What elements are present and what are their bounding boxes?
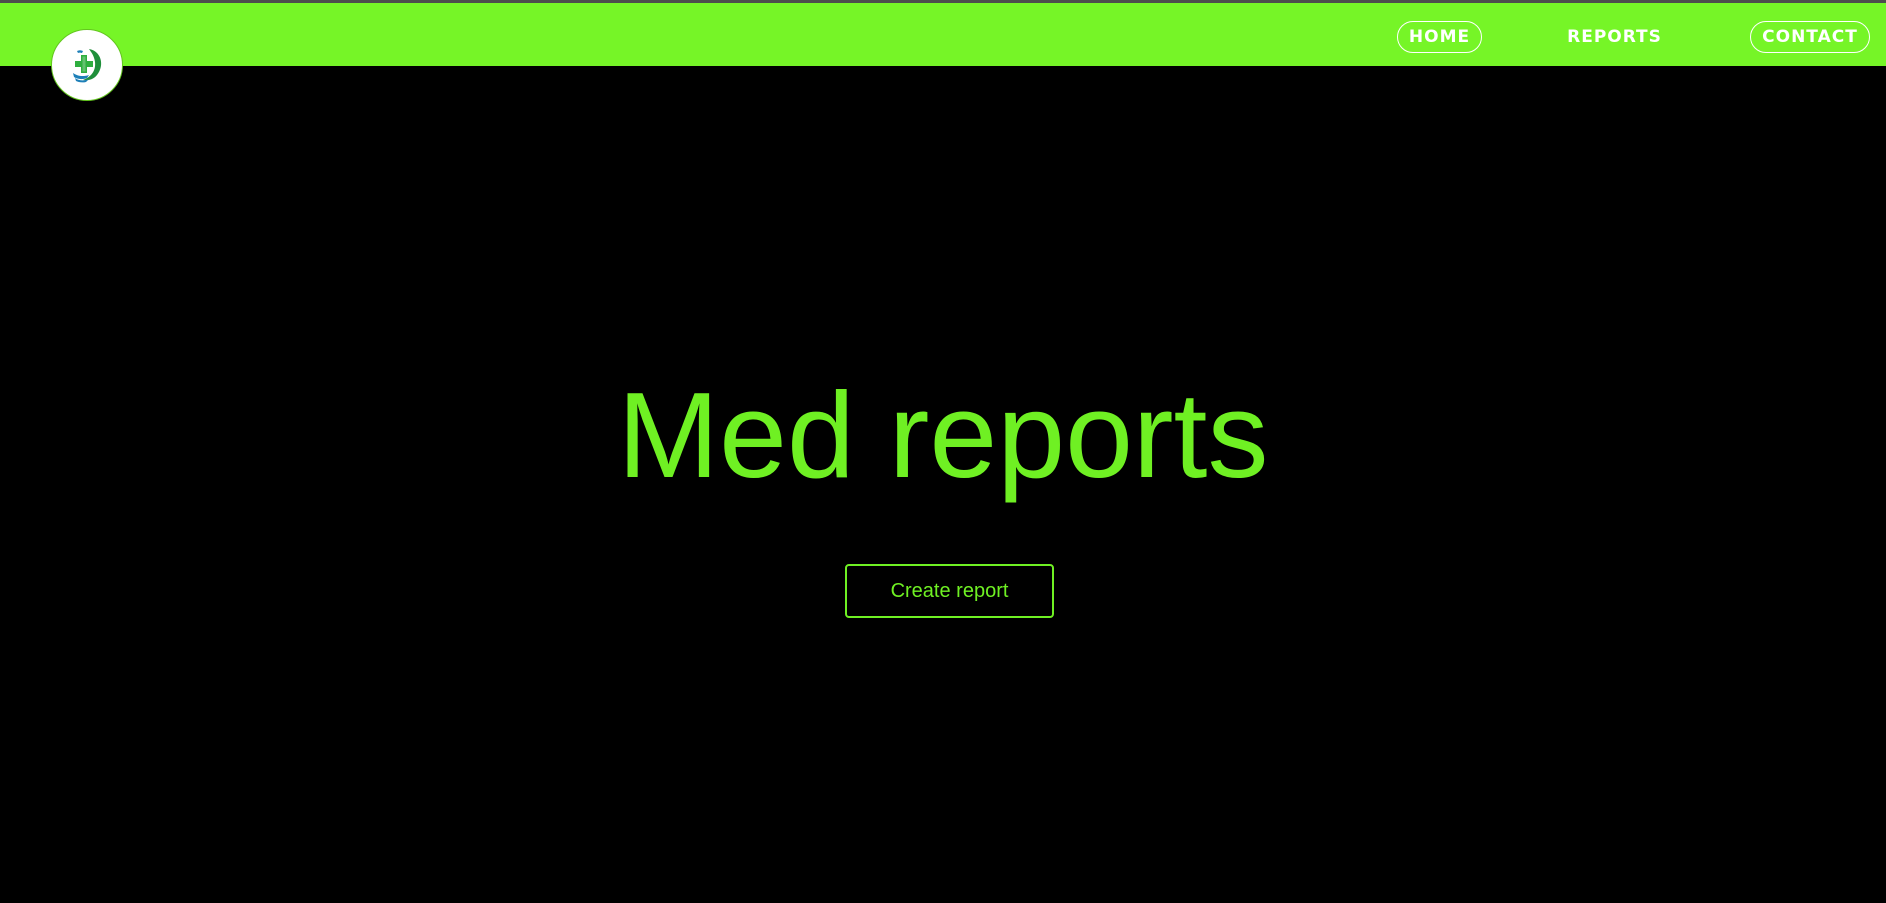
navbar: HOME REPORTS CONTACT <box>0 3 1886 66</box>
nav-home-link[interactable]: HOME <box>1397 21 1482 53</box>
medical-cross-hands-logo-icon <box>73 49 102 83</box>
page: HOME REPORTS CONTACT Med reports Create … <box>0 0 1886 903</box>
nav-reports-link[interactable]: REPORTS <box>1557 21 1672 53</box>
create-report-button[interactable]: Create report <box>845 564 1054 618</box>
hero-title: Med reports <box>617 367 1269 503</box>
site-logo[interactable] <box>51 29 123 101</box>
nav-contact-link[interactable]: CONTACT <box>1750 21 1870 53</box>
